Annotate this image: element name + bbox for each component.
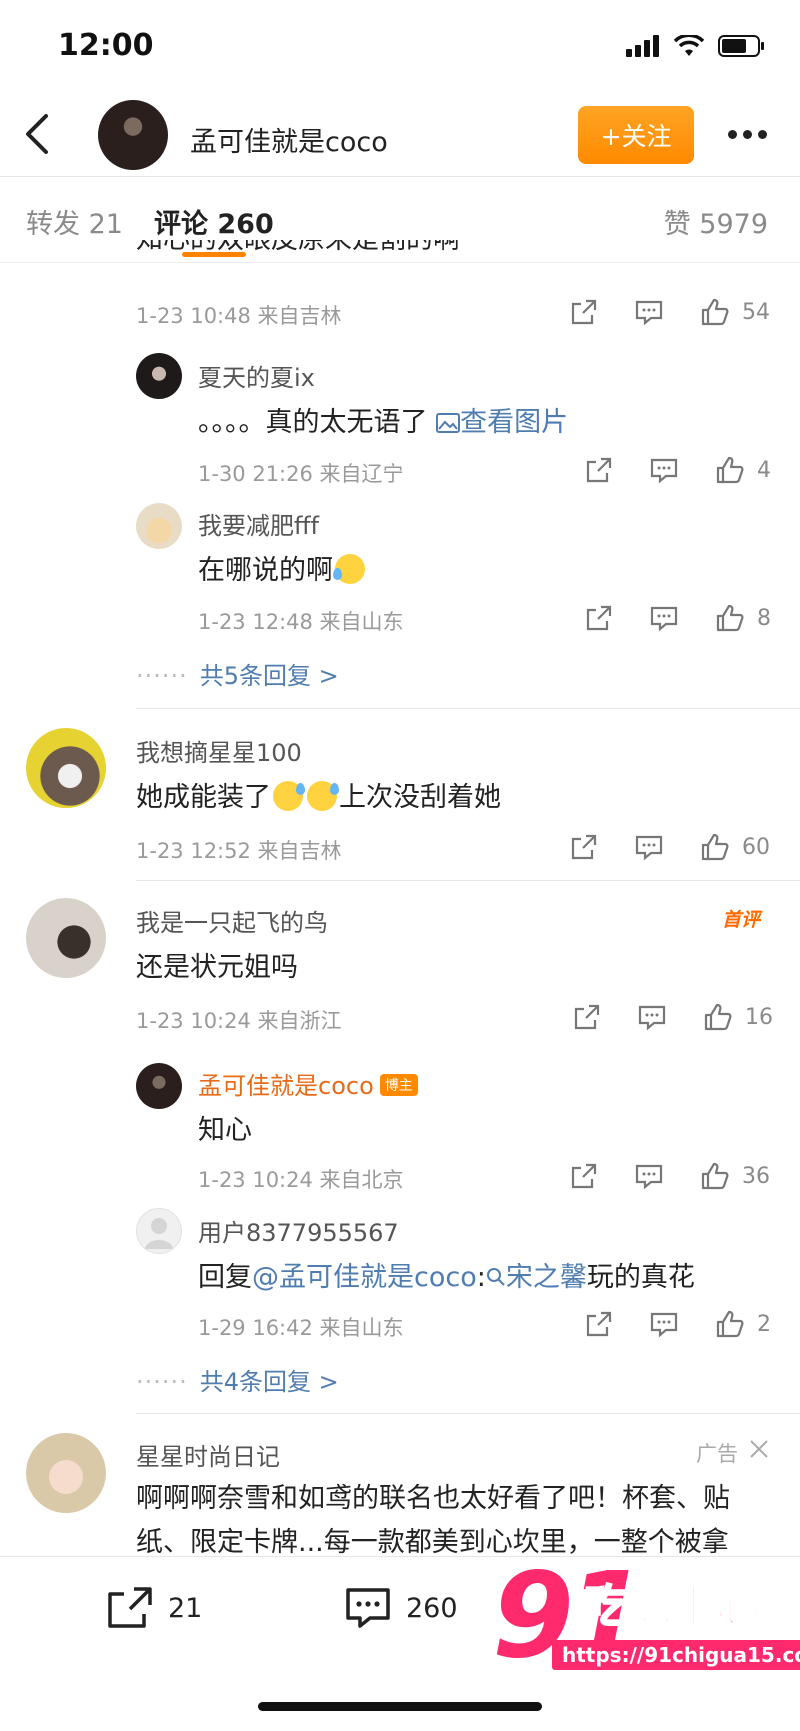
mention-link[interactable]: @孟可佳就是coco	[252, 1262, 477, 1293]
comment-icon[interactable]	[650, 1307, 678, 1341]
status-time: 12:00	[58, 28, 154, 63]
signal-icon	[626, 35, 659, 57]
comment-icon[interactable]	[650, 453, 678, 487]
like-icon[interactable]	[700, 830, 730, 864]
laugh-cry-emoji-icon	[333, 554, 365, 584]
watermark: 91 吃瓜中心 https://91chigua15.com	[492, 1546, 800, 1688]
sweat-emoji-icon	[273, 781, 305, 811]
avatar[interactable]	[26, 898, 106, 978]
repost-button[interactable]: 21	[106, 1586, 202, 1630]
topic-link[interactable]: 宋之馨	[486, 1262, 587, 1293]
comment-icon[interactable]	[635, 830, 663, 864]
like-icon[interactable]	[700, 1159, 730, 1193]
like-icon[interactable]	[715, 453, 745, 487]
status-icons	[626, 34, 766, 58]
like-icon[interactable]	[700, 295, 730, 329]
avatar[interactable]	[136, 1063, 182, 1109]
comment-icon	[346, 1588, 390, 1628]
avatar[interactable]	[136, 353, 182, 399]
avatar[interactable]	[26, 728, 106, 808]
comment-text: 她成能装了 上次没刮着她	[136, 781, 501, 813]
comment-icon[interactable]	[638, 1000, 666, 1034]
comment-meta: 1-23 10:24 来自浙江	[136, 1009, 342, 1033]
share-icon[interactable]	[585, 1307, 613, 1341]
share-icon[interactable]	[585, 453, 613, 487]
tab-comment[interactable]: 评论 260	[154, 202, 274, 241]
comment-author-name[interactable]: 我是一只起飞的鸟	[136, 903, 328, 938]
like-count: 16	[745, 1005, 773, 1030]
more-dots-icon[interactable]	[728, 130, 767, 139]
share-icon[interactable]	[585, 601, 613, 635]
user-avatar[interactable]	[98, 100, 168, 170]
blogger-badge: 博主	[379, 1074, 418, 1096]
watermark-text: 吃瓜中心	[583, 1580, 761, 1633]
like-icon[interactable]	[715, 601, 745, 635]
like-count: 4	[757, 458, 771, 483]
first-comment-badge: 首评	[722, 909, 761, 931]
like-count: 2	[757, 1312, 771, 1337]
comment-divider	[136, 1413, 800, 1414]
comment-meta: 1-23 10:48 来自吉林	[136, 304, 342, 328]
like-icon[interactable]	[715, 1307, 745, 1341]
like-count: 54	[742, 300, 770, 325]
avatar[interactable]	[136, 503, 182, 549]
battery-icon	[718, 35, 764, 57]
reply-meta: 1-23 10:24 来自北京	[198, 1168, 404, 1192]
comment-text-partial: 知心的双眼皮原来是割的啊	[136, 240, 460, 254]
reply-text: 回复@孟可佳就是coco: 宋之馨玩的真花	[198, 1262, 695, 1293]
wifi-icon	[674, 35, 704, 56]
comment-author-name[interactable]: 我想摘星星100	[136, 733, 302, 768]
like-count: 8	[757, 606, 771, 631]
tabs-divider	[0, 262, 800, 263]
like-icon[interactable]	[703, 1000, 733, 1034]
reply-author-name[interactable]: 我要减肥fff	[198, 506, 319, 541]
share-icon[interactable]	[570, 830, 598, 864]
reply-text: 在哪说的啊	[198, 548, 367, 587]
ad-text-line1: 啊啊啊奈雪和如鸢的联名也太好看了吧！杯套、贴	[136, 1483, 730, 1514]
view-image-link[interactable]: 查看图片	[436, 407, 568, 438]
comment-divider	[136, 708, 800, 709]
user-placeholder-icon	[145, 1218, 173, 1249]
reply-meta: 1-30 21:26 来自辽宁	[198, 462, 404, 486]
back-arrow-icon[interactable]	[20, 112, 56, 156]
close-icon[interactable]	[748, 1432, 770, 1466]
comment-divider	[136, 880, 800, 881]
search-icon	[486, 1268, 505, 1286]
comment-button[interactable]: 260	[344, 1586, 458, 1630]
header-user-name[interactable]: 孟可佳就是coco	[190, 120, 388, 159]
header-divider	[0, 176, 800, 177]
comment-meta: 1-23 12:52 来自吉林	[136, 839, 342, 863]
tab-repost[interactable]: 转发 21	[26, 202, 123, 241]
home-indicator	[258, 1702, 542, 1711]
like-count: 60	[742, 835, 770, 860]
ad-author-name[interactable]: 星星时尚日记	[136, 1437, 280, 1472]
reply-author-name[interactable]: 孟可佳就是coco 博主	[198, 1066, 418, 1101]
more-replies-link[interactable]: ······ 共5条回复 >	[136, 656, 339, 691]
share-icon[interactable]	[573, 1000, 601, 1034]
image-icon	[436, 413, 461, 433]
comment-text: 还是状元姐吗	[136, 952, 298, 983]
default-avatar[interactable]	[136, 1208, 182, 1254]
avatar[interactable]	[26, 1433, 106, 1513]
share-icon[interactable]	[570, 1159, 598, 1193]
reply-text: 。。。。真的太无语了 查看图片	[198, 407, 569, 438]
reply-meta: 1-29 16:42 来自山东	[198, 1316, 404, 1340]
more-replies-link[interactable]: ······ 共4条回复 >	[136, 1362, 339, 1397]
ad-label: 广告	[696, 1442, 738, 1466]
sweat-emoji-icon	[307, 781, 339, 811]
follow-button[interactable]: +关注	[578, 106, 694, 164]
share-icon	[108, 1587, 152, 1628]
reply-text: 知心	[198, 1115, 252, 1146]
share-icon[interactable]	[570, 295, 598, 329]
watermark-url: https://91chigua15.com	[552, 1640, 800, 1670]
reply-author-name[interactable]: 夏天的夏ix	[198, 358, 315, 393]
comment-icon[interactable]	[635, 1159, 663, 1193]
comment-icon[interactable]	[650, 601, 678, 635]
tab-likes[interactable]: 赞 5979	[664, 202, 768, 241]
reply-author-name[interactable]: 用户8377955567	[198, 1213, 399, 1248]
like-count: 36	[742, 1164, 770, 1189]
comment-icon[interactable]	[635, 295, 663, 329]
reply-meta: 1-23 12:48 来自山东	[198, 610, 404, 634]
